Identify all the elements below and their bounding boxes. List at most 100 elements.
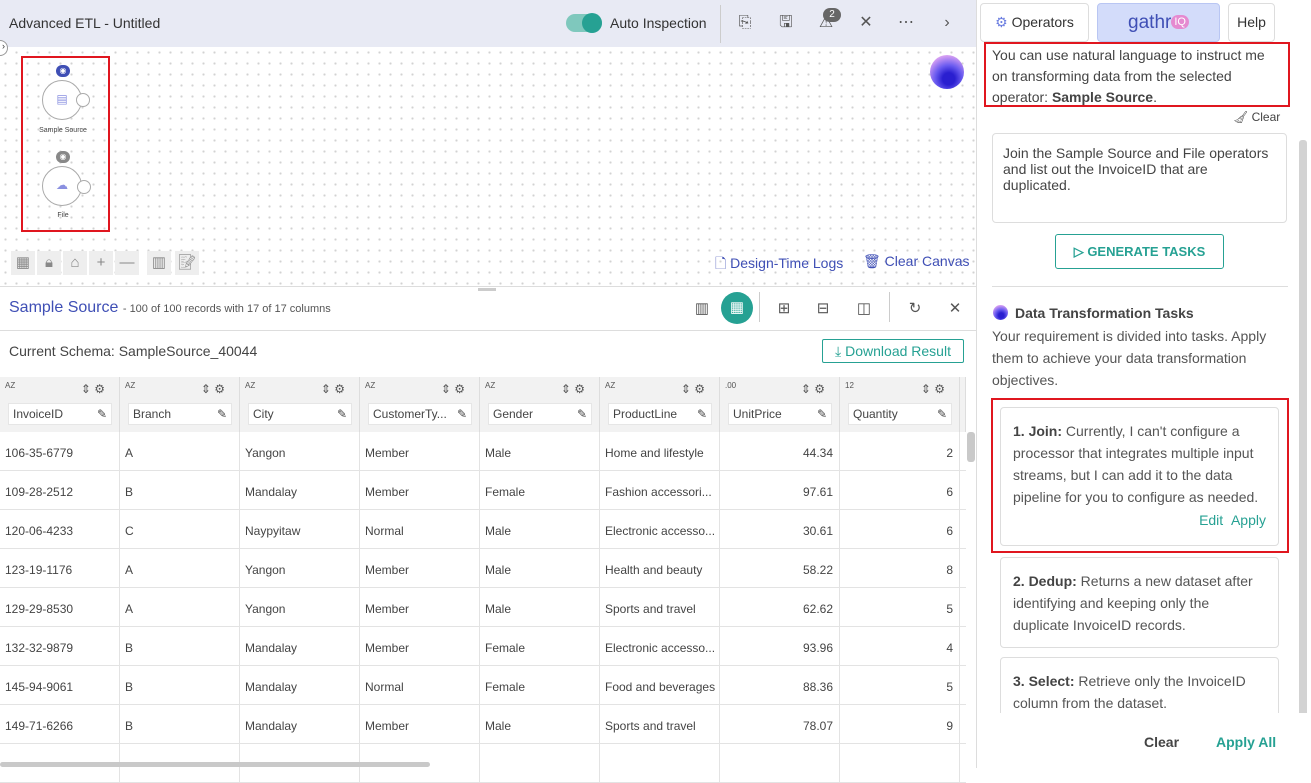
column-header: AZ ⇕ ⚙ InvoiceID ✎ [0, 377, 120, 432]
pencil-icon[interactable]: ✎ [97, 407, 107, 421]
table-row[interactable]: 123-19-1176 A Yangon Member Male Health and b… [0, 549, 966, 588]
zoom-out-icon[interactable]: — [115, 251, 139, 275]
zoom-in-icon[interactable]: + [89, 251, 113, 275]
pencil-icon[interactable]: ✎ [937, 407, 947, 421]
clear-canvas-link[interactable]: 🗑 Clear Canvas [863, 253, 970, 270]
apply-task-button[interactable]: Apply [1231, 512, 1266, 528]
table-row[interactable]: 132-32-9879 B Mandalay Member Female Electron… [0, 627, 966, 666]
sort-settings-icons[interactable]: ⇕ ⚙ [321, 382, 345, 396]
close-icon[interactable]: ✕ [855, 12, 877, 34]
table-cell: Member [360, 627, 480, 665]
column-name-field[interactable]: City ✎ [248, 403, 352, 425]
column-name-field[interactable]: Quantity ✎ [848, 403, 952, 425]
assistant-orb-icon[interactable] [930, 55, 964, 89]
tab-operators[interactable]: ⚙ Operators [980, 3, 1089, 42]
table-cell: 30.61 [720, 510, 840, 548]
table-cell: B [120, 471, 240, 509]
column-name: Gender [493, 407, 534, 421]
pencil-icon[interactable]: ✎ [817, 407, 827, 421]
clear-all-button[interactable]: Clear [1144, 734, 1179, 750]
generate-tasks-button[interactable]: ▷ GENERATE TASKS [1055, 234, 1224, 269]
sort-settings-icons[interactable]: ⇕ ⚙ [441, 382, 465, 396]
table-cell: Member [360, 471, 480, 509]
column-header [960, 377, 966, 432]
tasks-description: Your requirement is divided into tasks. … [992, 328, 1267, 388]
clear-query-button[interactable]: 🧹︎ Clear [1233, 110, 1280, 124]
table-row[interactable]: 120-06-4233 C Naypyitaw Normal Male Electroni… [0, 510, 966, 549]
design-time-logs-link[interactable]: 🗋 Design-Time Logs [715, 253, 843, 277]
vertical-scrollbar[interactable] [967, 432, 975, 462]
sort-settings-icons[interactable]: ⇕ ⚙ [681, 382, 705, 396]
pencil-icon[interactable]: ✎ [577, 407, 587, 421]
divider [992, 286, 1288, 287]
node-file[interactable]: ☁ [42, 166, 82, 206]
panel-scrollbar[interactable] [1299, 140, 1307, 730]
chart-view-icon[interactable]: ▥ [689, 296, 715, 322]
more-icon[interactable]: ⋯ [895, 12, 917, 34]
edit-task-button[interactable]: Edit [1199, 512, 1223, 528]
notes-icon[interactable]: 📝︎ [175, 251, 199, 275]
sort-settings-icons[interactable]: ⇕ ⚙ [81, 382, 105, 396]
table-cell: Mandalay [240, 705, 360, 743]
column-name-field[interactable]: CustomerTy... ✎ [368, 403, 472, 425]
column-name-field[interactable]: UnitPrice ✎ [728, 403, 832, 425]
chevron-right-icon[interactable]: › [936, 12, 958, 34]
close-panel-icon[interactable]: ✕ [942, 296, 968, 322]
sort-settings-icons[interactable]: ⇕ ⚙ [201, 382, 225, 396]
generate-label: GENERATE TASKS [1087, 244, 1206, 259]
add-column-icon[interactable]: ⊞ [771, 296, 797, 322]
apply-all-button[interactable]: Apply All [1216, 734, 1276, 750]
download-result-button[interactable]: ⤓ Download Result [822, 339, 964, 363]
resize-handle[interactable] [478, 288, 496, 291]
chart-icon[interactable]: ▥ [147, 251, 171, 275]
horizontal-scrollbar[interactable] [0, 762, 430, 767]
tab-label: Operators [1011, 14, 1074, 30]
tab-gathr-iq[interactable]: gathr IQ [1097, 3, 1220, 42]
table-cell: Yangon [240, 588, 360, 626]
table-cell: 5 [840, 666, 960, 704]
refresh-icon[interactable]: ↻ [902, 296, 928, 322]
document-icon: 🗋 [715, 255, 727, 271]
pencil-icon[interactable]: ✎ [457, 407, 467, 421]
sort-settings-icons[interactable]: ⇕ ⚙ [561, 382, 585, 396]
table-row[interactable]: 145-94-9061 B Mandalay Normal Female Food and… [0, 666, 966, 705]
remove-column-icon[interactable]: ⊟ [810, 296, 836, 322]
app-title: Advanced ETL - Untitled [9, 15, 161, 31]
query-input[interactable]: Join the Sample Source and File operator… [992, 133, 1287, 223]
save-icon[interactable]: 🖫 [775, 12, 797, 34]
grid-view-button[interactable]: ▦ [721, 292, 753, 324]
type-icon: AZ [365, 381, 376, 390]
cloud-upload-icon: ☁ [56, 178, 68, 192]
table-row[interactable]: 106-35-6779 A Yangon Member Male Home and lif… [0, 432, 966, 471]
auto-inspection-toggle[interactable] [566, 13, 602, 33]
output-port[interactable] [76, 93, 90, 107]
sort-settings-icons[interactable]: ⇕ ⚙ [921, 382, 945, 396]
table-row[interactable]: 109-28-2512 B Mandalay Member Female Fashion … [0, 471, 966, 510]
tab-help[interactable]: Help [1228, 3, 1275, 42]
fit-grid-icon[interactable]: ▦ [11, 251, 35, 275]
data-panel-title: Sample Source - 100 of 100 records with … [9, 299, 331, 317]
pencil-icon[interactable]: ✎ [217, 407, 227, 421]
home-icon[interactable]: ⌂ [63, 251, 87, 275]
split-view-icon[interactable]: ◫ [851, 296, 877, 322]
eye-icon[interactable]: ◉ [56, 151, 70, 163]
sort-settings-icons[interactable]: ⇕ ⚙ [801, 382, 825, 396]
column-name-field[interactable]: InvoiceID ✎ [8, 403, 112, 425]
table-cell: Member [360, 705, 480, 743]
column-name: ProductLine [613, 407, 678, 421]
pencil-icon[interactable]: ✎ [337, 407, 347, 421]
column-name-field[interactable]: ProductLine ✎ [608, 403, 712, 425]
pencil-icon[interactable]: ✎ [697, 407, 707, 421]
table-row[interactable]: 149-71-6266 B Mandalay Member Male Sports and… [0, 705, 966, 744]
table-row[interactable]: 129-29-8530 A Yangon Member Male Sports and t… [0, 588, 966, 627]
pipeline-canvas[interactable] [0, 47, 976, 285]
eye-icon[interactable]: ◉ [56, 65, 70, 77]
table-cell: 62.62 [720, 588, 840, 626]
column-name: City [253, 407, 274, 421]
save-as-icon[interactable]: ⎘ [734, 12, 756, 34]
output-port[interactable] [77, 180, 91, 194]
lock-icon[interactable]: 🔒︎ [37, 251, 61, 275]
column-name-field[interactable]: Gender ✎ [488, 403, 592, 425]
column-name-field[interactable]: Branch ✎ [128, 403, 232, 425]
table-cell: Male [480, 549, 600, 587]
